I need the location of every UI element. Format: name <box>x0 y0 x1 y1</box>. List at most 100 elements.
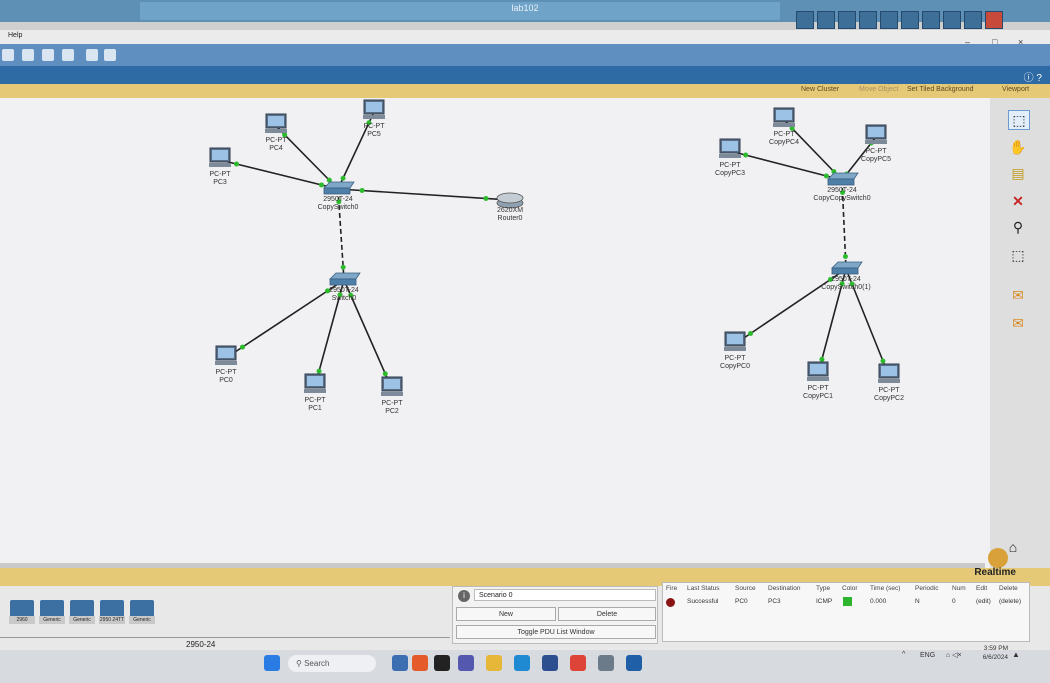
set-tiled-background-button[interactable]: Set Tiled Background <box>907 86 974 93</box>
gear-icon[interactable] <box>838 11 856 29</box>
pc-device-cpc4[interactable]: PC-PTCopyPC4 <box>769 107 799 146</box>
tray-chevron-icon[interactable]: ^ <box>902 651 905 658</box>
file-explorer-icon[interactable] <box>486 655 502 671</box>
clock-date[interactable]: 6/6/2024 <box>978 654 1008 661</box>
network-volume-icon[interactable]: ⌂ ◁× <box>946 651 962 659</box>
toggle-pdu-list-button[interactable]: Toggle PDU List Window <box>456 625 656 639</box>
calendar-icon[interactable] <box>901 11 919 29</box>
device-name-label: CopyPC0 <box>720 363 750 370</box>
switch-device-sw_copy0[interactable]: 2950T-24CopySwitch0 <box>318 181 359 211</box>
info-help-icons[interactable]: ⓘ ? <box>1024 69 1042 84</box>
zoom-reset-icon[interactable] <box>42 49 54 61</box>
device-label: 2960 <box>9 616 35 624</box>
pc-device-pc3[interactable]: PC-PTPC3 <box>209 147 232 186</box>
switch-device-switch0[interactable]: 2950T-24Switch0 <box>329 272 361 302</box>
menu-help[interactable]: Help <box>8 32 22 39</box>
windows-start-icon[interactable] <box>264 655 280 671</box>
toolbar-icon-1[interactable] <box>2 49 14 61</box>
device-model-label: 2950T-24 <box>329 287 359 294</box>
main-toolbar <box>0 44 1050 66</box>
device-name-label: CopyPC3 <box>715 170 745 177</box>
add-simple-pdu-icon[interactable]: ✉ <box>1008 286 1028 304</box>
zoom-in-icon[interactable] <box>22 49 34 61</box>
chat-icon[interactable] <box>964 11 982 29</box>
device-label: Generic <box>69 616 95 624</box>
link-pc4-sw_copy0[interactable] <box>275 125 339 190</box>
pc-icon <box>363 99 385 119</box>
copilot-icon[interactable] <box>412 655 428 671</box>
device-model-label: PC-PT <box>725 355 747 362</box>
notification-bell-icon[interactable]: ▲ <box>1012 650 1020 659</box>
lifebuoy-icon[interactable] <box>985 11 1003 29</box>
realtime-mode-label[interactable]: Realtime <box>974 567 1016 578</box>
monitor-icon[interactable] <box>943 11 961 29</box>
col-last-status: Last Status <box>687 585 720 592</box>
pc-device-cpc5[interactable]: PC-PTCopyPC5 <box>861 124 891 163</box>
pc-icon <box>724 331 746 351</box>
add-complex-pdu-icon[interactable]: ✉ <box>1008 314 1028 332</box>
fire-indicator-icon[interactable] <box>666 598 675 607</box>
realtime-clock-icon[interactable] <box>988 548 1008 568</box>
scenario-select[interactable]: Scenario 0 <box>474 589 656 601</box>
inspect-icon[interactable]: ⚲ <box>1008 218 1028 236</box>
packet-tracer-icon[interactable] <box>598 655 614 671</box>
viewport-button[interactable]: Viewport <box>1002 86 1029 93</box>
chrome-icon[interactable] <box>570 655 586 671</box>
pc-device-pc5[interactable]: PC-PTPC5 <box>363 99 386 138</box>
pc-device-pc1[interactable]: PC-PTPC1 <box>304 373 326 412</box>
grid-icon[interactable] <box>859 11 877 29</box>
pc-device-cpc1[interactable]: PC-PTCopyPC1 <box>803 361 833 400</box>
pc-device-pc4[interactable]: PC-PTPC4 <box>265 113 287 152</box>
taskview-icon[interactable] <box>434 655 450 671</box>
store-icon[interactable] <box>542 655 558 671</box>
palette-icon[interactable] <box>86 49 98 61</box>
col-delete: Delete <box>999 585 1018 592</box>
switch-icon <box>329 272 361 286</box>
link-sw_copy0-router0[interactable] <box>337 188 511 201</box>
switch-device-sw_c0_1[interactable]: 2950T-24CopySwitch0(1) <box>821 261 871 291</box>
zoom-out-icon[interactable] <box>62 49 74 61</box>
app-icon[interactable] <box>626 655 642 671</box>
language-indicator[interactable]: ENG <box>920 652 935 659</box>
device-model-label: PC-PT <box>364 123 386 130</box>
hand-icon[interactable]: ✋ <box>1008 138 1028 156</box>
pdu-delete-link[interactable]: (delete) <box>999 598 1021 605</box>
switch-device-sw_cc0[interactable]: 2950T-24CopyCopySwitch0 <box>813 172 871 202</box>
printer-icon[interactable] <box>880 11 898 29</box>
custom-device-icon[interactable] <box>104 49 116 61</box>
device-model-label: PC-PT <box>210 171 232 178</box>
edge-icon[interactable] <box>514 655 530 671</box>
pc-device-pc0[interactable]: PC-PTPC0 <box>215 345 237 384</box>
chart-icon[interactable] <box>817 11 835 29</box>
new-cluster-button[interactable]: New Cluster <box>801 86 839 93</box>
move-object-button[interactable]: Move Object <box>859 86 898 93</box>
logical-workspace[interactable]: PC-PT PC4 PC-PT PC5 PC-PT PC3 2950T-24 CopySwit… <box>0 98 990 568</box>
pc-device-cpc2[interactable]: PC-PTCopyPC2 <box>874 363 904 402</box>
resize-icon[interactable]: ⬚ <box>1008 246 1028 264</box>
network-topology[interactable]: PC-PTPC4PC-PTPC5PC-PTPC32950T-24CopySwit… <box>0 98 990 568</box>
select-icon[interactable]: ⬚ <box>1008 110 1030 130</box>
link-cpc4-sw_cc0[interactable] <box>783 119 843 181</box>
router-device-router0[interactable]: 2620XMRouter0 <box>496 192 524 222</box>
new-scenario-button[interactable]: New <box>456 607 556 621</box>
link-pc3-sw_copy0[interactable] <box>219 159 339 190</box>
globe-icon[interactable] <box>922 11 940 29</box>
clock-time[interactable]: 3:59 PM <box>982 645 1008 652</box>
pc-device-cpc3[interactable]: PC-PTCopyPC3 <box>715 138 745 177</box>
pdu-color-swatch <box>843 597 852 606</box>
teams-icon[interactable] <box>458 655 474 671</box>
widgets-icon[interactable] <box>392 655 408 671</box>
tray-icon-1[interactable] <box>796 11 814 29</box>
delete-icon[interactable]: ✕ <box>1008 192 1028 210</box>
taskbar-search[interactable]: ⚲ Search <box>288 655 376 672</box>
device-name-label: PC0 <box>219 377 233 384</box>
note-icon[interactable]: ▤ <box>1008 164 1028 182</box>
link-cpc3-sw_cc0[interactable] <box>729 150 843 181</box>
pc-device-pc2[interactable]: PC-PTPC2 <box>381 376 403 415</box>
device-model-label: PC-PT <box>808 385 830 392</box>
device-name-label: CopySwitch0(1) <box>821 284 870 291</box>
delete-scenario-button[interactable]: Delete <box>558 607 656 621</box>
pdu-edit-link[interactable]: (edit) <box>976 598 991 605</box>
pdu-periodic: N <box>915 598 920 605</box>
col-periodic: Periodic <box>915 585 939 592</box>
